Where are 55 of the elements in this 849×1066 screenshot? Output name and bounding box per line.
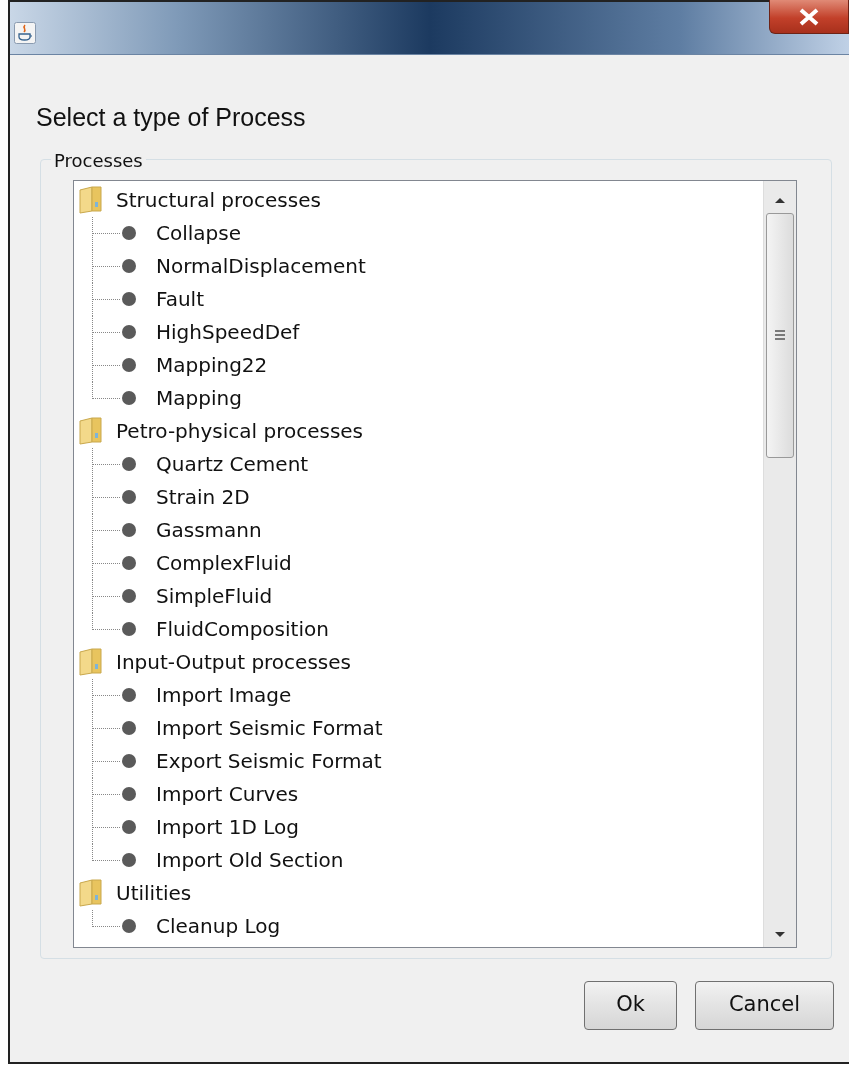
- tree-item[interactable]: NormalDisplacement: [156, 251, 366, 281]
- leaf-icon: [122, 292, 136, 306]
- leaf-icon: [122, 754, 136, 768]
- dialog-heading: Select a type of Process: [36, 102, 307, 133]
- tree-item[interactable]: Fault: [156, 284, 204, 314]
- tree-item[interactable]: Quartz Cement: [156, 449, 309, 479]
- scrollbar[interactable]: [763, 180, 796, 947]
- tree-item[interactable]: Export Seismic Format: [156, 746, 382, 776]
- leaf-icon: [122, 556, 136, 570]
- tree-item[interactable]: Import 1D Log: [156, 812, 299, 842]
- leaf-icon: [122, 622, 136, 636]
- tree-item[interactable]: HighSpeedDef: [156, 317, 300, 347]
- folder-label[interactable]: Structural processes: [116, 185, 321, 215]
- folder-icon: [78, 417, 104, 445]
- cancel-button[interactable]: Cancel: [695, 980, 834, 1030]
- tree-item[interactable]: Mapping: [156, 383, 242, 413]
- tree-item[interactable]: ComplexFluid: [156, 548, 292, 578]
- leaf-icon: [122, 820, 136, 834]
- tree-item[interactable]: Import Old Section: [156, 845, 344, 875]
- leaf-icon: [122, 523, 136, 537]
- tree-item[interactable]: Collapse: [156, 218, 241, 248]
- leaf-icon: [122, 457, 136, 471]
- folder-label[interactable]: Input-Output processes: [116, 647, 351, 677]
- coffee-cup-icon: [14, 22, 36, 44]
- scroll-thumb[interactable]: [766, 212, 794, 458]
- tree-item[interactable]: Import Seismic Format: [156, 713, 383, 743]
- tree-item[interactable]: Strain 2D: [156, 482, 250, 512]
- folder-icon: [78, 186, 104, 214]
- tree-item[interactable]: Mapping22: [156, 350, 268, 380]
- leaf-icon: [122, 853, 136, 867]
- folder-label[interactable]: Petro-physical processes: [116, 416, 364, 446]
- tree-item[interactable]: Gassmann: [156, 515, 262, 545]
- leaf-icon: [122, 325, 136, 339]
- tree-item[interactable]: Cleanup Log: [156, 911, 281, 941]
- leaf-icon: [122, 490, 136, 504]
- grip-icon: [774, 329, 786, 341]
- leaf-icon: [122, 688, 136, 702]
- tree-item[interactable]: FluidComposition: [156, 614, 329, 644]
- close-icon: [798, 7, 820, 26]
- leaf-icon: [122, 787, 136, 801]
- tree-item[interactable]: Import Curves: [156, 779, 299, 809]
- folder-label[interactable]: Utilities: [116, 878, 192, 908]
- folder-icon: [78, 879, 104, 907]
- leaf-icon: [122, 391, 136, 405]
- tree-item[interactable]: SimpleFluid: [156, 581, 273, 611]
- ok-button[interactable]: Ok: [584, 980, 677, 1030]
- tree-item[interactable]: Import Image: [156, 680, 292, 710]
- leaf-icon: [122, 259, 136, 273]
- leaf-icon: [122, 919, 136, 933]
- leaf-icon: [122, 589, 136, 603]
- leaf-icon: [122, 358, 136, 372]
- leaf-icon: [122, 226, 136, 240]
- folder-icon: [78, 648, 104, 676]
- leaf-icon: [122, 721, 136, 735]
- close-button[interactable]: [769, 0, 849, 34]
